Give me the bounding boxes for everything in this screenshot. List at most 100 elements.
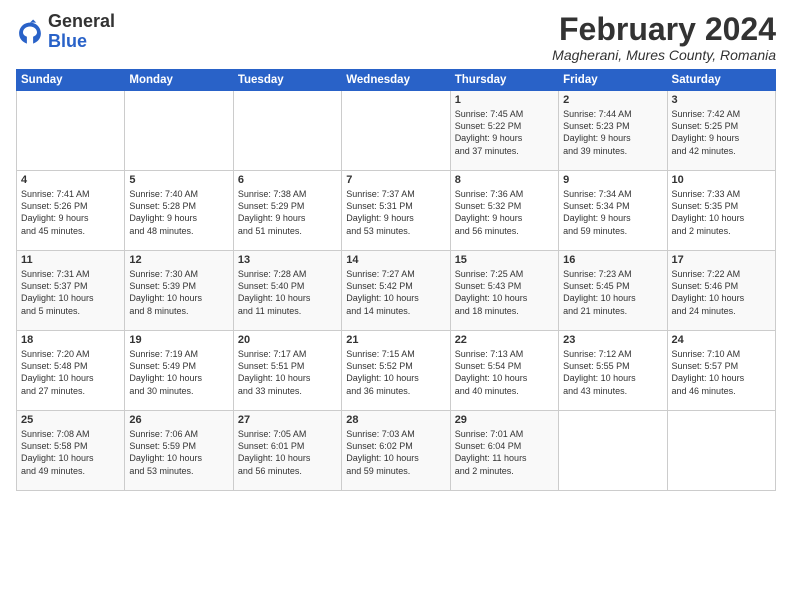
day-info: Sunrise: 7:01 AM Sunset: 6:04 PM Dayligh…	[455, 428, 554, 477]
day-info: Sunrise: 7:15 AM Sunset: 5:52 PM Dayligh…	[346, 348, 445, 397]
calendar-cell: 17 Sunrise: 7:22 AM Sunset: 5:46 PM Dayli…	[667, 251, 775, 331]
logo-icon	[16, 18, 44, 46]
day-info: Sunrise: 7:25 AM Sunset: 5:43 PM Dayligh…	[455, 268, 554, 317]
month-title: February 2024	[552, 12, 776, 47]
day-info: Sunrise: 7:10 AM Sunset: 5:57 PM Dayligh…	[672, 348, 771, 397]
header-friday: Friday	[559, 70, 667, 91]
day-number: 12	[129, 254, 228, 266]
week-row-1: 1 Sunrise: 7:45 AM Sunset: 5:22 PM Daylig…	[17, 91, 776, 171]
day-info: Sunrise: 7:05 AM Sunset: 6:01 PM Dayligh…	[238, 428, 337, 477]
day-number: 25	[21, 414, 120, 426]
week-row-4: 18 Sunrise: 7:20 AM Sunset: 5:48 PM Dayli…	[17, 331, 776, 411]
day-number: 7	[346, 174, 445, 186]
day-info: Sunrise: 7:37 AM Sunset: 5:31 PM Dayligh…	[346, 188, 445, 237]
day-number: 28	[346, 414, 445, 426]
header-tuesday: Tuesday	[233, 70, 341, 91]
day-number: 16	[563, 254, 662, 266]
calendar-cell: 5 Sunrise: 7:40 AM Sunset: 5:28 PM Daylig…	[125, 171, 233, 251]
calendar-cell: 21Sunrise: 7:15 AM Sunset: 5:52 PM Dayli…	[342, 331, 450, 411]
weekday-header-row: Sunday Monday Tuesday Wednesday Thursday…	[17, 70, 776, 91]
day-number: 5	[129, 174, 228, 186]
day-number: 17	[672, 254, 771, 266]
calendar-cell: 29 Sunrise: 7:01 AM Sunset: 6:04 PM Dayli…	[450, 411, 558, 491]
calendar-cell	[125, 91, 233, 171]
calendar-cell: 13Sunrise: 7:28 AM Sunset: 5:40 PM Dayli…	[233, 251, 341, 331]
calendar-cell: 10Sunrise: 7:33 AM Sunset: 5:35 PM Dayli…	[667, 171, 775, 251]
day-info: Sunrise: 7:13 AM Sunset: 5:54 PM Dayligh…	[455, 348, 554, 397]
week-row-2: 4 Sunrise: 7:41 AM Sunset: 5:26 PM Daylig…	[17, 171, 776, 251]
day-info: Sunrise: 7:42 AM Sunset: 5:25 PM Dayligh…	[672, 108, 771, 157]
header-monday: Monday	[125, 70, 233, 91]
location: Magherani, Mures County, Romania	[552, 47, 776, 63]
day-number: 9	[563, 174, 662, 186]
calendar-cell	[342, 91, 450, 171]
day-number: 8	[455, 174, 554, 186]
logo-blue-text: Blue	[48, 31, 87, 51]
day-number: 10	[672, 174, 771, 186]
day-info: Sunrise: 7:08 AM Sunset: 5:58 PM Dayligh…	[21, 428, 120, 477]
calendar-cell: 28 Sunrise: 7:03 AM Sunset: 6:02 PM Dayli…	[342, 411, 450, 491]
calendar-cell: 16 Sunrise: 7:23 AM Sunset: 5:45 PM Dayli…	[559, 251, 667, 331]
calendar-cell: 2 Sunrise: 7:44 AM Sunset: 5:23 PM Daylig…	[559, 91, 667, 171]
calendar-cell: 15 Sunrise: 7:25 AM Sunset: 5:43 PM Dayli…	[450, 251, 558, 331]
day-info: Sunrise: 7:20 AM Sunset: 5:48 PM Dayligh…	[21, 348, 120, 397]
day-info: Sunrise: 7:38 AM Sunset: 5:29 PM Dayligh…	[238, 188, 337, 237]
day-number: 29	[455, 414, 554, 426]
calendar-cell: 9 Sunrise: 7:34 AM Sunset: 5:34 PM Daylig…	[559, 171, 667, 251]
day-info: Sunrise: 7:41 AM Sunset: 5:26 PM Dayligh…	[21, 188, 120, 237]
calendar-cell: 22Sunrise: 7:13 AM Sunset: 5:54 PM Dayli…	[450, 331, 558, 411]
day-info: Sunrise: 7:36 AM Sunset: 5:32 PM Dayligh…	[455, 188, 554, 237]
day-info: Sunrise: 7:34 AM Sunset: 5:34 PM Dayligh…	[563, 188, 662, 237]
day-number: 27	[238, 414, 337, 426]
calendar-cell: 26 Sunrise: 7:06 AM Sunset: 5:59 PM Dayli…	[125, 411, 233, 491]
calendar-cell	[233, 91, 341, 171]
day-number: 6	[238, 174, 337, 186]
day-info: Sunrise: 7:40 AM Sunset: 5:28 PM Dayligh…	[129, 188, 228, 237]
calendar-cell: 14 Sunrise: 7:27 AM Sunset: 5:42 PM Dayli…	[342, 251, 450, 331]
day-info: Sunrise: 7:44 AM Sunset: 5:23 PM Dayligh…	[563, 108, 662, 157]
calendar-cell: 8 Sunrise: 7:36 AM Sunset: 5:32 PM Daylig…	[450, 171, 558, 251]
day-info: Sunrise: 7:22 AM Sunset: 5:46 PM Dayligh…	[672, 268, 771, 317]
day-number: 14	[346, 254, 445, 266]
week-row-3: 11Sunrise: 7:31 AM Sunset: 5:37 PM Dayli…	[17, 251, 776, 331]
calendar-cell	[559, 411, 667, 491]
header-saturday: Saturday	[667, 70, 775, 91]
calendar-cell: 25 Sunrise: 7:08 AM Sunset: 5:58 PM Dayli…	[17, 411, 125, 491]
day-number: 26	[129, 414, 228, 426]
day-info: Sunrise: 7:17 AM Sunset: 5:51 PM Dayligh…	[238, 348, 337, 397]
calendar-cell: 7 Sunrise: 7:37 AM Sunset: 5:31 PM Daylig…	[342, 171, 450, 251]
logo: General Blue	[16, 12, 115, 52]
calendar-cell: 12 Sunrise: 7:30 AM Sunset: 5:39 PM Dayli…	[125, 251, 233, 331]
day-number: 24	[672, 334, 771, 346]
calendar-cell: 20 Sunrise: 7:17 AM Sunset: 5:51 PM Dayli…	[233, 331, 341, 411]
day-info: Sunrise: 7:03 AM Sunset: 6:02 PM Dayligh…	[346, 428, 445, 477]
day-number: 20	[238, 334, 337, 346]
day-number: 13	[238, 254, 337, 266]
calendar-cell: 11Sunrise: 7:31 AM Sunset: 5:37 PM Dayli…	[17, 251, 125, 331]
header-thursday: Thursday	[450, 70, 558, 91]
week-row-5: 25 Sunrise: 7:08 AM Sunset: 5:58 PM Dayli…	[17, 411, 776, 491]
day-info: Sunrise: 7:27 AM Sunset: 5:42 PM Dayligh…	[346, 268, 445, 317]
day-info: Sunrise: 7:06 AM Sunset: 5:59 PM Dayligh…	[129, 428, 228, 477]
day-number: 11	[21, 254, 120, 266]
day-info: Sunrise: 7:45 AM Sunset: 5:22 PM Dayligh…	[455, 108, 554, 157]
day-info: Sunrise: 7:23 AM Sunset: 5:45 PM Dayligh…	[563, 268, 662, 317]
calendar-cell: 6 Sunrise: 7:38 AM Sunset: 5:29 PM Daylig…	[233, 171, 341, 251]
day-number: 18	[21, 334, 120, 346]
calendar-cell: 27 Sunrise: 7:05 AM Sunset: 6:01 PM Dayli…	[233, 411, 341, 491]
calendar-cell: 18 Sunrise: 7:20 AM Sunset: 5:48 PM Dayli…	[17, 331, 125, 411]
day-info: Sunrise: 7:19 AM Sunset: 5:49 PM Dayligh…	[129, 348, 228, 397]
calendar-cell	[17, 91, 125, 171]
day-number: 23	[563, 334, 662, 346]
day-number: 15	[455, 254, 554, 266]
day-info: Sunrise: 7:30 AM Sunset: 5:39 PM Dayligh…	[129, 268, 228, 317]
day-number: 1	[455, 94, 554, 106]
day-number: 3	[672, 94, 771, 106]
day-number: 4	[21, 174, 120, 186]
calendar-cell: 19Sunrise: 7:19 AM Sunset: 5:49 PM Dayli…	[125, 331, 233, 411]
calendar-cell: 24 Sunrise: 7:10 AM Sunset: 5:57 PM Dayli…	[667, 331, 775, 411]
title-block: February 2024 Magherani, Mures County, R…	[552, 12, 776, 63]
day-number: 2	[563, 94, 662, 106]
calendar-cell: 1 Sunrise: 7:45 AM Sunset: 5:22 PM Daylig…	[450, 91, 558, 171]
calendar-table: Sunday Monday Tuesday Wednesday Thursday…	[16, 69, 776, 491]
